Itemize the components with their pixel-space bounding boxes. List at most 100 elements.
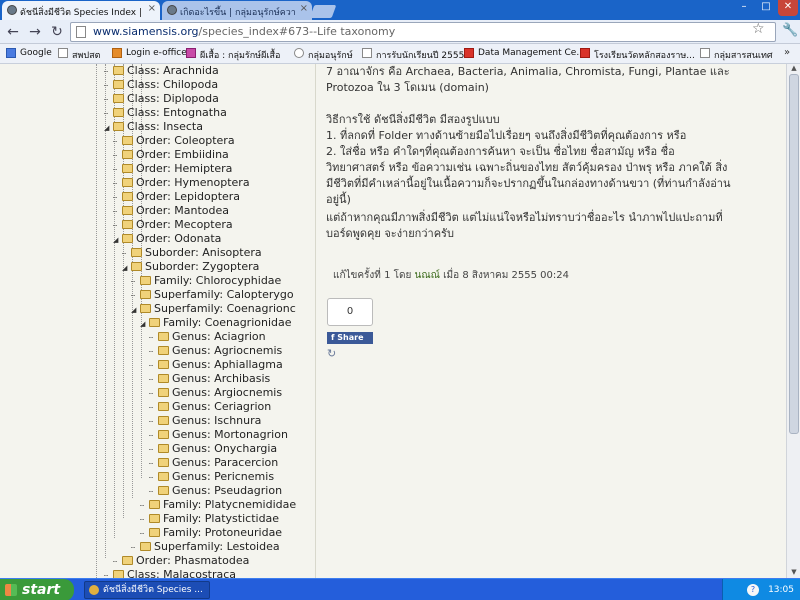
tab-whats-new[interactable]: เกิดอะไรขึ้น | กลุ่มอนุรักษ์ควา ×: [162, 1, 312, 20]
tree-node[interactable]: ┄ Genus: Paracercion: [149, 456, 278, 470]
reload-icon[interactable]: ↻: [48, 23, 66, 41]
tree-branch-icon[interactable]: ┄: [149, 429, 157, 443]
tree-node[interactable]: ◢ Class: Insecta: [104, 120, 203, 134]
tree-branch-icon[interactable]: ┄: [104, 107, 112, 121]
tree-node[interactable]: ┄ Class: Arachnida: [104, 64, 219, 78]
taskbar-chrome-window[interactable]: ดัชนีสิ่งมีชีวิต Species ...: [84, 581, 210, 599]
tree-branch-icon[interactable]: ┄: [131, 275, 139, 289]
wrench-menu-icon[interactable]: 🔧: [782, 23, 798, 38]
tray-help-icon[interactable]: ?: [747, 584, 759, 596]
tree-node[interactable]: ┄ Order: Hemiptera: [113, 162, 232, 176]
maximize-icon[interactable]: □: [756, 0, 776, 16]
bookmark-star-icon[interactable]: ☆: [752, 21, 765, 37]
tree-branch-icon[interactable]: ┄: [113, 163, 121, 177]
tree-node[interactable]: ┄ Genus: Agriocnemis: [149, 344, 282, 358]
tree-node[interactable]: ┄ Family: Platycnemididae: [140, 498, 296, 512]
tree-node[interactable]: ┄ Genus: Onychargia: [149, 442, 277, 456]
expanded-arrow-icon[interactable]: ◢: [140, 317, 148, 331]
tree-branch-icon[interactable]: ┄: [149, 457, 157, 471]
tree-node[interactable]: ┄ Genus: Pseudagrion: [149, 484, 282, 498]
tree-branch-icon[interactable]: ┄: [113, 177, 121, 191]
tree-branch-icon[interactable]: ┄: [113, 135, 121, 149]
tree-branch-icon[interactable]: ┄: [131, 541, 139, 555]
tree-branch-icon[interactable]: ┄: [149, 471, 157, 485]
start-button[interactable]: start: [0, 579, 74, 600]
tree-node[interactable]: ┄ Genus: Pericnemis: [149, 470, 274, 484]
expanded-arrow-icon[interactable]: ◢: [113, 233, 121, 247]
bookmark-school[interactable]: โรงเรียนวัดหลักสองราษ...: [580, 48, 695, 62]
tree-branch-icon[interactable]: ┄: [104, 93, 112, 107]
back-arrow-icon[interactable]: ←: [4, 23, 22, 41]
tree-node[interactable]: ┄ Genus: Mortonagrion: [149, 428, 288, 442]
bookmark-admission[interactable]: การรับนักเรียนปี 2555: [362, 48, 464, 62]
tree-node[interactable]: ┄ Order: Mantodea: [113, 204, 229, 218]
tree-branch-icon[interactable]: ┄: [149, 359, 157, 373]
tree-branch-icon[interactable]: ┄: [149, 373, 157, 387]
tree-node[interactable]: ┄ Family: Chlorocyphidae: [131, 274, 281, 288]
tree-branch-icon[interactable]: ┄: [104, 65, 112, 79]
tree-node[interactable]: ┄ Genus: Archibasis: [149, 372, 270, 386]
tree-node[interactable]: ┄ Genus: Aphiallagma: [149, 358, 283, 372]
tree-node[interactable]: ┄ Class: Entognatha: [104, 106, 227, 120]
tree-node[interactable]: ┄ Family: Protoneuridae: [140, 526, 282, 540]
scroll-up-icon[interactable]: ▲: [787, 64, 800, 72]
tree-branch-icon[interactable]: ┄: [149, 485, 157, 499]
tree-branch-icon[interactable]: ┄: [113, 205, 121, 219]
tree-node[interactable]: ◢ Order: Odonata: [113, 232, 221, 246]
tree-node[interactable]: ┄ Genus: Argiocnemis: [149, 386, 282, 400]
tree-node[interactable]: ┄ Family: Platystictidae: [140, 512, 279, 526]
tree-branch-icon[interactable]: ┄: [149, 443, 157, 457]
facebook-share-button[interactable]: f Share: [327, 332, 373, 344]
tree-branch-icon[interactable]: ┄: [149, 387, 157, 401]
tree-node[interactable]: ┄ Order: Lepidoptera: [113, 190, 240, 204]
tree-node[interactable]: ┄ Order: Embiidina: [113, 148, 229, 162]
tree-node[interactable]: ┄ Order: Phasmatodea: [113, 554, 249, 568]
bookmark-conservation[interactable]: กลุ่มอนุรักษ์: [294, 48, 353, 62]
tree-node[interactable]: ┄ Suborder: Anisoptera: [122, 246, 262, 260]
expanded-arrow-icon[interactable]: ◢: [104, 121, 112, 135]
bookmark-spp[interactable]: สพปสต: [58, 48, 100, 62]
tree-node[interactable]: ┄ Genus: Aciagrion: [149, 330, 266, 344]
bookmarks-overflow-icon[interactable]: »: [784, 47, 790, 58]
scrollbar-thumb[interactable]: [789, 74, 799, 434]
tree-node[interactable]: ◢ Superfamily: Coenagrionc: [131, 302, 296, 316]
tree-branch-icon[interactable]: ┄: [140, 499, 148, 513]
tree-branch-icon[interactable]: ┄: [131, 289, 139, 303]
tree-branch-icon[interactable]: ┄: [104, 79, 112, 93]
tree-node[interactable]: ┄ Class: Malacostraca: [104, 568, 236, 578]
tree-node[interactable]: ┄ Superfamily: Lestoidea: [131, 540, 280, 554]
tree-branch-icon[interactable]: ┄: [149, 401, 157, 415]
close-tab-icon[interactable]: ×: [148, 3, 156, 14]
tree-node[interactable]: ┄ Order: Coleoptera: [113, 134, 235, 148]
bookmark-data-management[interactable]: Data Management Ce...: [464, 48, 585, 58]
tree-branch-icon[interactable]: ┄: [149, 331, 157, 345]
tree-branch-icon[interactable]: ┄: [104, 569, 112, 578]
close-tab-icon[interactable]: ×: [300, 3, 308, 14]
tree-branch-icon[interactable]: ┄: [149, 345, 157, 359]
close-window-icon[interactable]: ✕: [778, 0, 798, 16]
bookmark-info-group[interactable]: กลุ่มสารสนเทศ: [700, 48, 773, 62]
address-bar[interactable]: www.siamensis.org/species_index#673--Lif…: [70, 22, 776, 42]
expanded-arrow-icon[interactable]: ◢: [122, 261, 130, 275]
minimize-icon[interactable]: –: [734, 0, 754, 16]
bookmark-login-eoffice[interactable]: Login e-office: [112, 48, 187, 58]
tree-node[interactable]: ┄ Class: Diplopoda: [104, 92, 219, 106]
tree-branch-icon[interactable]: ┄: [113, 219, 121, 233]
tree-node[interactable]: ┄ Genus: Ceriagrion: [149, 400, 271, 414]
scroll-down-icon[interactable]: ▼: [787, 568, 800, 576]
tab-species-index[interactable]: ดัชนีสิ่งมีชีวิต Species Index | ×: [2, 1, 160, 20]
bookmark-butterfly[interactable]: ผีเสื้อ : กลุ่มรักษ์ผีเสื้อ: [186, 48, 280, 62]
expanded-arrow-icon[interactable]: ◢: [131, 303, 139, 317]
new-tab-button[interactable]: [309, 5, 337, 18]
tree-branch-icon[interactable]: ┄: [113, 555, 121, 569]
bookmark-google[interactable]: Google: [6, 48, 52, 58]
vertical-scrollbar[interactable]: ▲ ▼: [786, 64, 800, 578]
tree-branch-icon[interactable]: ┄: [113, 191, 121, 205]
forward-arrow-icon[interactable]: →: [26, 23, 44, 41]
refresh-icon[interactable]: ↻: [327, 347, 336, 360]
tree-node[interactable]: ┄ Genus: Ischnura: [149, 414, 261, 428]
tree-node[interactable]: ◢ Family: Coenagrionidae: [140, 316, 292, 330]
tree-branch-icon[interactable]: ┄: [149, 415, 157, 429]
tree-node[interactable]: ┄ Order: Mecoptera: [113, 218, 233, 232]
tree-branch-icon[interactable]: ┄: [140, 513, 148, 527]
